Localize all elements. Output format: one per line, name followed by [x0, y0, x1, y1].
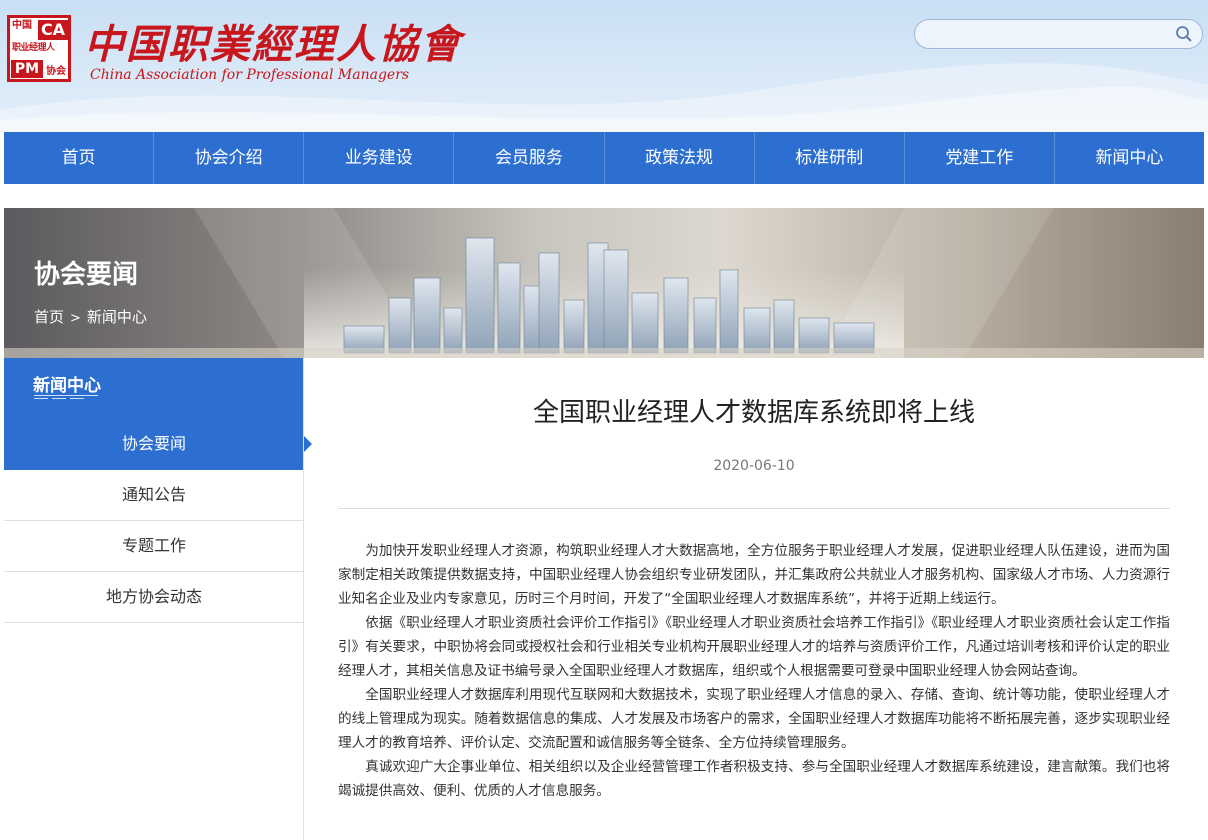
nav-item-party[interactable]: 党建工作	[905, 132, 1055, 184]
nav-item-about[interactable]: 协会介绍	[154, 132, 305, 184]
article-paragraph: 全国职业经理人才数据库利用现代互联网和大数据技术，实现了职业经理人才信息的录入、…	[338, 687, 1170, 751]
sidebar: 新闻中心 协会要闻 通知公告 专题工作 地方协会动态	[4, 358, 312, 840]
active-indicator-arrow	[304, 436, 312, 452]
site-subtitle: China Association for Professional Manag…	[90, 67, 410, 83]
sidebar-item-label: 专题工作	[121, 536, 186, 555]
article-body: 为加快开发职业经理人才资源，构筑职业经理人才大数据高地，全方位服务于职业经理人才…	[338, 539, 1170, 803]
nav-item-standards[interactable]: 标准研制	[755, 132, 905, 184]
article-paragraph: 真诚欢迎广大企事业单位、相关组织以及企业经营管理工作者积极支持、参与全国职业经理…	[338, 759, 1170, 799]
site-title[interactable]: 中国职業經理人協會	[84, 12, 462, 70]
nav-item-home[interactable]: 首页	[4, 132, 155, 184]
article-date: 2020-06-10	[713, 458, 795, 474]
page-banner: 协会要闻 首页 > 新闻中心	[4, 208, 1204, 358]
logo-emblem-text-4: PM	[11, 60, 43, 78]
nav-item-policy[interactable]: 政策法规	[605, 132, 755, 184]
breadcrumb-home[interactable]: 首页	[34, 306, 64, 327]
search-icon[interactable]	[1175, 25, 1193, 43]
article-paragraph: 依据《职业经理人才职业资质社会评价工作指引》《职业经理人才职业资质社会培养工作指…	[338, 615, 1170, 679]
sidebar-item-local-news[interactable]: 地方协会动态	[4, 572, 304, 623]
breadcrumb-separator: >	[70, 311, 81, 326]
sidebar-item-association-news[interactable]: 协会要闻	[4, 419, 312, 470]
sidebar-item-notices[interactable]: 通知公告	[4, 470, 304, 521]
article-paragraph: 为加快开发职业经理人才资源，构筑职业经理人才大数据高地，全方位服务于职业经理人才…	[338, 543, 1170, 607]
banner-title: 协会要闻	[34, 260, 139, 290]
sidebar-item-label: 地方协会动态	[105, 587, 202, 606]
city-skyline-image	[4, 208, 1204, 358]
logo-emblem-text-2: CA	[38, 20, 68, 40]
logo-emblem[interactable]: 中国 CA 职业经理人 PM 协会	[7, 15, 71, 82]
sidebar-item-special-work[interactable]: 专题工作	[4, 521, 304, 572]
sidebar-divider	[303, 358, 304, 840]
main-nav: 首页 协会介绍 业务建设 会员服务 政策法规 标准研制 党建工作 新闻中心	[4, 132, 1204, 184]
breadcrumb-current[interactable]: 新闻中心	[87, 306, 147, 327]
nav-item-member-service[interactable]: 会员服务	[454, 132, 605, 184]
article-divider	[338, 508, 1170, 509]
sidebar-item-label: 协会要闻	[121, 434, 186, 453]
sidebar-title-underline	[34, 395, 98, 399]
nav-item-business[interactable]: 业务建设	[304, 132, 455, 184]
sidebar-header: 新闻中心	[4, 358, 304, 419]
sidebar-menu: 协会要闻 通知公告 专题工作 地方协会动态	[4, 419, 312, 623]
logo-emblem-text-5: 协会	[46, 66, 66, 77]
sidebar-item-label: 通知公告	[121, 485, 186, 504]
article-title: 全国职业经理人才数据库系统即将上线	[532, 398, 975, 428]
search-box	[914, 19, 1203, 49]
search-input[interactable]	[927, 24, 1167, 44]
logo-emblem-text-3: 职业经理人	[12, 43, 55, 53]
nav-item-news[interactable]: 新闻中心	[1055, 132, 1204, 184]
sidebar-title: 新闻中心	[33, 376, 101, 396]
logo-emblem-text-1: 中国	[12, 20, 32, 31]
site-header: 中国 CA 职业经理人 PM 协会 中国职業經理人協會 China Associ…	[0, 0, 1208, 132]
breadcrumb: 首页 > 新闻中心	[34, 306, 147, 327]
